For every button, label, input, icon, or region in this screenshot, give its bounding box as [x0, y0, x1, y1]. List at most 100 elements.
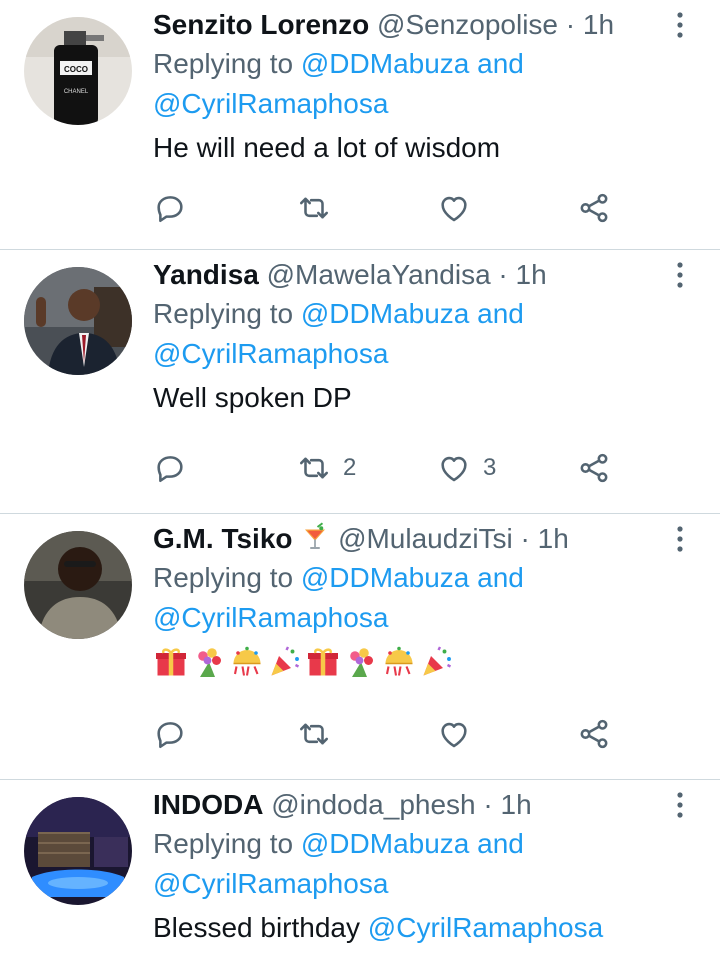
avatar[interactable]	[24, 797, 132, 905]
user-handle[interactable]: @MawelaYandisa	[267, 259, 491, 290]
man-portrait-avatar	[24, 531, 132, 639]
avatar[interactable]	[24, 267, 132, 375]
mention-link[interactable]: @CyrilRamaphosa	[153, 602, 388, 633]
share-button[interactable]	[577, 448, 611, 488]
tweet-text-body: Blessed birthday	[153, 912, 361, 943]
share-icon	[580, 719, 608, 749]
replying-to: Replying to @DDMabuza and @CyrilRamaphos…	[153, 294, 660, 374]
replying-prefix: Replying to	[153, 48, 294, 79]
tropical-drink-emoji	[300, 522, 330, 552]
display-name[interactable]: INDODA	[153, 789, 263, 820]
tweet-text: Blessed birthday @CyrilRamaphosa	[153, 908, 660, 948]
mention-link[interactable]: @CyrilRamaphosa	[153, 338, 388, 369]
tweet-emoji-text	[153, 642, 660, 682]
tweet-text: He will need a lot of wisdom	[153, 132, 501, 163]
display-name[interactable]: G.M. Tsiko	[153, 523, 293, 554]
mention-link[interactable]: @DDMabuza	[301, 48, 469, 79]
tweet-body: G.M. Tsiko @MulaudziTsi · 1h Replying to…	[153, 520, 660, 682]
mention-and[interactable]: and	[477, 828, 524, 859]
tweet-body: Yandisa @MawelaYandisa · 1h Replying to …	[153, 256, 660, 418]
reply-feed: COCO CHANEL Senzito Lorenzo @Senzopolise…	[0, 0, 720, 972]
gift-emoji	[305, 644, 341, 680]
action-bar	[153, 714, 633, 754]
more-options-icon[interactable]	[670, 790, 690, 820]
gift-emoji	[153, 644, 189, 680]
avatar[interactable]: COCO CHANEL	[24, 17, 132, 125]
share-icon	[580, 193, 608, 223]
user-handle[interactable]: @Senzopolise	[377, 9, 558, 40]
replying-to: Replying to @DDMabuza and @CyrilRamaphos…	[153, 824, 660, 904]
mention-link[interactable]: @DDMabuza	[301, 828, 469, 859]
replying-prefix: Replying to	[153, 828, 294, 859]
bouquet-emoji	[191, 644, 227, 680]
man-in-suit-avatar	[24, 267, 132, 375]
like-button[interactable]	[437, 714, 471, 754]
reply-bubble-icon	[157, 456, 183, 483]
retweet-button[interactable]: 2	[297, 448, 356, 488]
reply-tweet[interactable]: G.M. Tsiko @MulaudziTsi · 1h Replying to…	[0, 514, 720, 780]
svg-text:COCO: COCO	[64, 65, 88, 74]
tweet-text: Well spoken DP	[153, 382, 352, 413]
tweet-header: INDODA @indoda_phesh · 1h	[153, 786, 660, 824]
more-options-icon[interactable]	[670, 10, 690, 40]
perfume-bottle-avatar: COCO CHANEL	[24, 17, 132, 125]
action-bar	[153, 188, 633, 228]
tweet-body: Senzito Lorenzo @Senzopolise · 1h Replyi…	[153, 6, 660, 168]
night-pool-avatar	[24, 797, 132, 905]
retweet-button[interactable]	[297, 188, 331, 228]
retweet-button[interactable]	[297, 714, 331, 754]
svg-text:CHANEL: CHANEL	[64, 89, 89, 95]
user-handle[interactable]: @MulaudziTsi	[338, 523, 513, 554]
separator: ·	[498, 259, 508, 290]
party-popper-emoji	[267, 644, 303, 680]
heart-icon	[441, 722, 467, 748]
retweet-icon	[299, 723, 329, 745]
share-button[interactable]	[577, 714, 611, 754]
reply-tweet[interactable]: INDODA @indoda_phesh · 1h Replying to @D…	[0, 780, 720, 972]
mention-and[interactable]: and	[477, 298, 524, 329]
bouquet-emoji	[343, 644, 379, 680]
mention-and[interactable]: and	[477, 562, 524, 593]
avatar[interactable]	[24, 531, 132, 639]
action-bar: 2 3	[153, 448, 633, 488]
heart-icon	[441, 456, 467, 482]
reply-button[interactable]	[153, 448, 187, 488]
like-button[interactable]	[437, 188, 471, 228]
tweet-header: Senzito Lorenzo @Senzopolise · 1h	[153, 6, 660, 44]
separator: ·	[520, 523, 530, 554]
confetti-ball-emoji	[381, 644, 417, 680]
reply-tweet[interactable]: COCO CHANEL Senzito Lorenzo @Senzopolise…	[0, 0, 720, 250]
timestamp[interactable]: 1h	[583, 9, 614, 40]
like-button[interactable]: 3	[437, 448, 496, 488]
mention-link[interactable]: @CyrilRamaphosa	[153, 88, 388, 119]
mention-link[interactable]: @CyrilRamaphosa	[153, 868, 388, 899]
tweet-header: G.M. Tsiko @MulaudziTsi · 1h	[153, 520, 660, 558]
tweet-header: Yandisa @MawelaYandisa · 1h	[153, 256, 660, 294]
replying-to: Replying to @DDMabuza and @CyrilRamaphos…	[153, 558, 660, 638]
mention-link[interactable]: @DDMabuza	[301, 298, 469, 329]
separator: ·	[483, 789, 493, 820]
user-handle[interactable]: @indoda_phesh	[271, 789, 475, 820]
mention-and[interactable]: and	[477, 48, 524, 79]
more-options-icon[interactable]	[670, 524, 690, 554]
timestamp[interactable]: 1h	[516, 259, 547, 290]
mention-link[interactable]: @CyrilRamaphosa	[368, 912, 603, 943]
more-options-icon[interactable]	[670, 260, 690, 290]
mention-link[interactable]: @DDMabuza	[301, 562, 469, 593]
reply-button[interactable]	[153, 188, 187, 228]
reply-bubble-icon	[157, 722, 183, 749]
timestamp[interactable]: 1h	[501, 789, 532, 820]
timestamp[interactable]: 1h	[538, 523, 569, 554]
replying-prefix: Replying to	[153, 298, 294, 329]
reply-bubble-icon	[157, 196, 183, 223]
replying-prefix: Replying to	[153, 562, 294, 593]
reply-button[interactable]	[153, 714, 187, 754]
display-name[interactable]: Yandisa	[153, 259, 259, 290]
reply-tweet[interactable]: Yandisa @MawelaYandisa · 1h Replying to …	[0, 250, 720, 514]
like-count: 3	[483, 454, 497, 481]
confetti-ball-emoji	[229, 644, 265, 680]
replying-to: Replying to @DDMabuza and @CyrilRamaphos…	[153, 44, 660, 124]
share-button[interactable]	[577, 188, 611, 228]
display-name[interactable]: Senzito Lorenzo	[153, 9, 369, 40]
party-popper-emoji	[419, 644, 455, 680]
